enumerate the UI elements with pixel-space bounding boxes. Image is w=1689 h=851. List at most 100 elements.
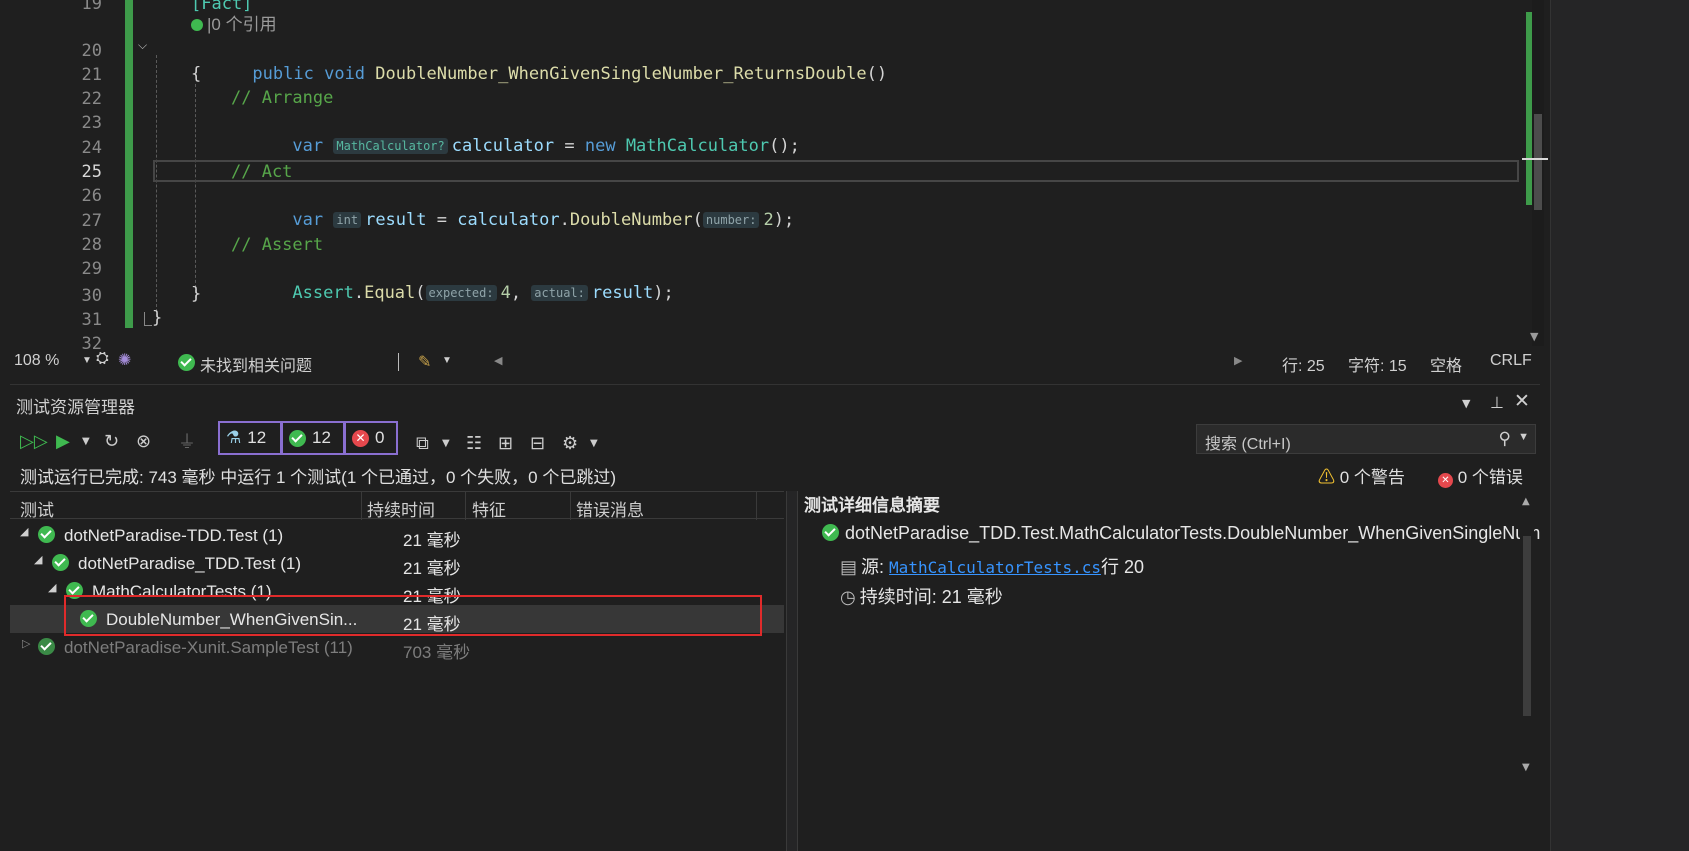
full-name-text: dotNetParadise_TDD.Test.MathCalculatorTe… [845,523,1540,543]
repeat-last-run-icon[interactable]: ↻ [104,427,119,455]
column-header-error-message[interactable]: 错误消息 [576,496,644,521]
line-number: 28 [81,235,102,255]
expand-arrow-icon[interactable]: ▷ [22,637,30,650]
column-divider[interactable] [570,492,571,520]
close-brace: } [152,308,163,328]
scroll-right-arrow-icon[interactable]: ▶ [1234,354,1242,367]
editor-vertical-scrollbar[interactable] [1522,0,1548,346]
issues-status[interactable]: 未找到相关问题 [200,352,312,376]
scrollbar-thumb[interactable] [1534,114,1542,210]
char-indicator[interactable]: 字符: 15 [1348,352,1407,376]
line-number: 27 [81,211,102,231]
settings-dropdown-icon[interactable]: ▼ [590,429,598,457]
line-ending-indicator[interactable]: CRLF [1490,352,1532,370]
tree-row[interactable]: ◢ dotNetParadise_TDD.Test (1) 21 毫秒 [10,549,784,578]
column-divider[interactable] [361,492,362,520]
errors-label: 0 个错误 [1457,468,1523,487]
group-by-icon[interactable]: ☷ [466,429,482,457]
line-indicator[interactable]: 行: 25 [1282,352,1325,376]
punctuation: ); [773,210,795,230]
settings-gear-icon[interactable]: ⚙ [562,429,578,457]
details-title: 测试详细信息摘要 [804,496,940,515]
cancel-run-icon[interactable]: ⊗ [136,427,151,455]
run-icon[interactable]: ▶ [56,427,70,455]
failed-tests-counter[interactable]: ✕ 0 [344,421,398,455]
total-tests-counter[interactable]: ⚗ 12 [218,421,282,455]
tree-row[interactable]: ▷ dotNetParadise-Xunit.SampleTest (11) 7… [10,633,784,662]
search-icon[interactable]: ⚲ [1499,429,1511,449]
test-explorer-panel: 测试资源管理器 ▼ ⊥ ✕ ▷▷ ▶ ▼ ↻ ⊗ ⏚ ⚗ 12 12 ✕ 0 ⧉ ▼… [10,384,1540,851]
column-header-test[interactable]: 测试 [20,496,54,521]
filter-icon[interactable]: ⏚ [178,427,196,455]
punctuation: ( [415,283,426,303]
collapse-arrow-icon[interactable]: ◢ [20,525,28,538]
punctuation: ); [653,283,674,303]
test-search-box[interactable]: 搜索 (Ctrl+I) ⚲ ▼ [1196,424,1536,454]
scroll-left-arrow-icon[interactable]: ◀ [494,354,502,367]
close-brace: } [191,284,202,304]
zoom-dropdown-icon[interactable]: ▼ [82,355,92,366]
code-cleanup-icon[interactable]: ✎ [418,352,431,372]
playlist-icon[interactable]: ⧉ [416,429,429,457]
tree-row[interactable]: ◢ MathCalculatorTests (1) 21 毫秒 [10,577,784,606]
scroll-down-arrow-icon[interactable]: ▼ [1530,330,1538,343]
codelens-references[interactable]: |0 个引用 [191,13,277,37]
variable: result [591,283,654,303]
pane-splitter[interactable] [786,491,798,851]
method-name: DoubleNumber_WhenGivenSingleNumber_Retur… [375,64,867,84]
passed-count: 12 [312,428,331,447]
tree-row-selected[interactable]: DoubleNumber_WhenGivenSin... 21 毫秒 [10,605,784,634]
line-number: 23 [81,113,102,133]
errors-count[interactable]: ✕ 0 个错误 [1438,463,1523,488]
warnings-label: 0 个警告 [1339,468,1405,487]
copilot-icon[interactable]: ⛭ [96,350,109,368]
tree-header: 测试 持续时间 特征 错误消息 [10,491,784,521]
column-divider[interactable] [465,492,466,520]
code-editor[interactable]: 19 20 21 22 23 24 25 26 27 28 29 30 31 3… [10,0,1660,373]
line-number-current: 25 [81,162,102,182]
source-line: 行 20 [1100,557,1144,577]
intellicode-icon[interactable]: ✺ [118,350,131,370]
run-dropdown-icon[interactable]: ▼ [82,427,90,455]
test-tree[interactable]: 测试 持续时间 特征 错误消息 ◢ dotNetParadise-TDD.Tes… [10,491,784,851]
inlay-parameter-hint: actual: [531,285,588,301]
column-divider[interactable] [756,492,757,520]
cleanup-dropdown-icon[interactable]: ▼ [442,355,452,366]
panel-options-dropdown-icon[interactable]: ▼ [1462,397,1470,410]
inlay-type-hint: int [333,212,362,228]
whitespace-indicator[interactable]: 空格 [1430,352,1462,376]
tree-row[interactable]: ◢ dotNetParadise-TDD.Test (1) 21 毫秒 [10,521,784,550]
close-icon[interactable]: ✕ [1514,390,1530,412]
code-content[interactable]: [Fact] |0 个引用 public void DoubleNumber_W… [140,0,1650,373]
column-header-traits[interactable]: 特征 [472,496,506,521]
passed-icon [289,429,306,447]
inlay-parameter-hint: expected: [425,285,497,301]
operator: = [554,136,585,156]
line-number: 30 [81,286,102,306]
run-all-tests-icon[interactable]: ▷▷ [20,427,48,455]
line-number: 19 [81,0,102,14]
warnings-count[interactable]: ⚠ 0 个警告 [1318,463,1405,488]
passed-tests-counter[interactable]: 12 [281,421,345,455]
collapse-arrow-icon[interactable]: ◢ [34,553,42,566]
source-file-link[interactable]: MathCalculatorTests.cs [889,558,1101,577]
test-name: dotNetParadise_TDD.Test (1) [78,554,301,573]
type-name: Assert [292,283,354,303]
test-duration: 21 毫秒 [403,531,461,550]
pin-icon[interactable]: ⊥ [1490,393,1504,412]
playlist-dropdown-icon[interactable]: ▼ [442,429,450,457]
scroll-up-arrow-icon[interactable]: ▲ [1522,496,1530,507]
inlay-parameter-hint: number: [702,212,760,228]
collapse-arrow-icon[interactable]: ◢ [48,581,56,594]
panel-title: 测试资源管理器 [16,398,135,417]
details-vertical-scrollbar[interactable]: ▲ ▼ [1520,496,1534,776]
collapse-all-icon[interactable]: ⊟ [530,429,545,457]
scrollbar-thumb[interactable] [1523,536,1531,716]
expand-all-icon[interactable]: ⊞ [498,429,513,457]
zoom-level[interactable]: 108 % [14,352,59,370]
search-options-dropdown-icon[interactable]: ▼ [1518,431,1529,443]
number-literal: 4 [500,283,511,303]
punctuation: , [510,283,532,303]
scroll-down-arrow-icon[interactable]: ▼ [1522,762,1530,773]
column-header-duration[interactable]: 持续时间 [367,496,435,521]
